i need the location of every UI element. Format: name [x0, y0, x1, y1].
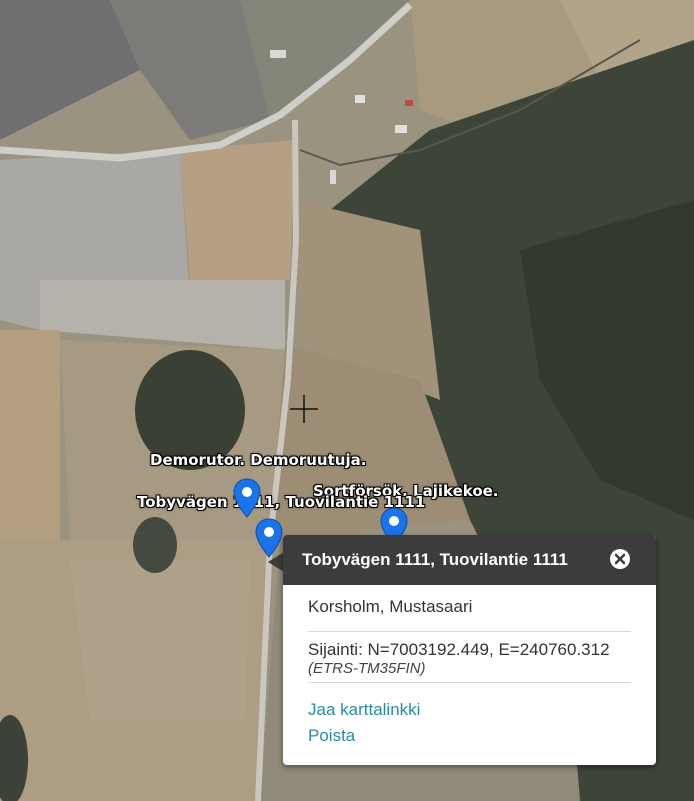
share-map-link[interactable]: Jaa karttalinkki	[308, 697, 631, 723]
remove-link[interactable]: Poista	[308, 723, 631, 749]
location-popup: Tobyvägen 1111, Tuovilantie 1111 Korshol…	[283, 535, 656, 765]
crs-text: (ETRS-TM35FIN)	[308, 660, 426, 677]
building-4	[330, 170, 336, 184]
building-2	[355, 95, 365, 103]
popup-pointer	[268, 552, 284, 572]
popup-header: Tobyvägen 1111, Tuovilantie 1111	[283, 535, 656, 585]
building-5	[405, 100, 413, 106]
field-tan-4	[0, 330, 60, 540]
close-button[interactable]	[610, 549, 630, 569]
popup-body: Korsholm, Mustasaari Sijainti: N=7003192…	[283, 585, 656, 749]
field-tan-7	[70, 560, 250, 720]
coordinates-section: Sijainti: N=7003192.449, E=240760.312 (E…	[308, 632, 631, 683]
forest-patch-2	[133, 517, 177, 573]
map-marker-icon[interactable]	[233, 478, 261, 518]
crosshair-icon	[290, 395, 318, 423]
building-1	[270, 50, 286, 58]
coordinates-text: Sijainti: N=7003192.449, E=240760.312	[308, 640, 610, 659]
popup-links: Jaa karttalinkki Poista	[308, 683, 631, 749]
field-tan-1	[180, 140, 295, 280]
building-3	[395, 125, 407, 133]
popup-title: Tobyvägen 1111, Tuovilantie 1111	[302, 550, 568, 569]
close-icon	[614, 553, 626, 565]
map-label-demoruutuja: Demorutor. Demoruutuja.	[150, 451, 367, 469]
municipality-text: Korsholm, Mustasaari	[308, 585, 631, 632]
